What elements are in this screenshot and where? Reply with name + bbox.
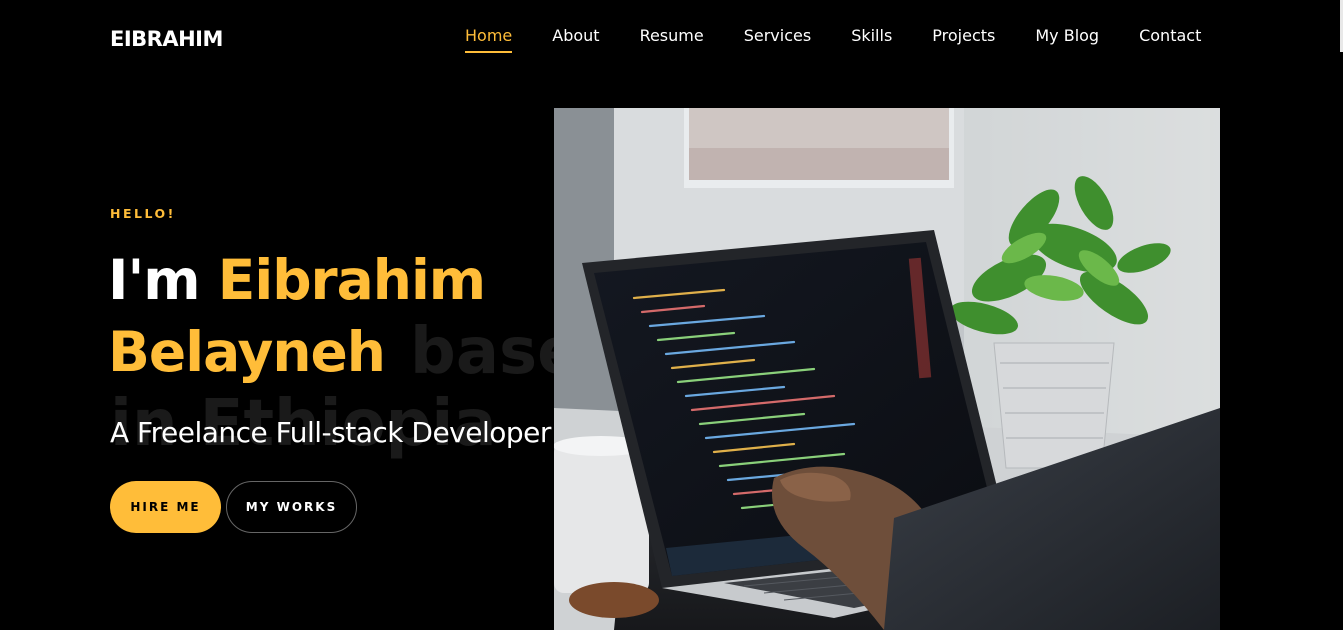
hero-name-first: Eibrahim [217, 248, 486, 312]
hero-title: I'm Eibrahim Belayneh [108, 244, 486, 388]
navbar: EIBRAHIM Home About Resume Services Skil… [0, 0, 1343, 78]
nav-item-about[interactable]: About [552, 26, 599, 53]
hero-title-prefix: I'm [108, 248, 218, 312]
hero-name-last: Belayneh [108, 320, 386, 384]
nav-item-home[interactable]: Home [465, 26, 513, 53]
hero-greeting: HELLO! [110, 206, 176, 221]
nav-item-services[interactable]: Services [744, 26, 811, 53]
hero-image [554, 108, 1220, 630]
nav-item-skills[interactable]: Skills [851, 26, 892, 53]
hero-subtitle: A Freelance Full-stack Developer [110, 416, 551, 449]
brand-logo[interactable]: EIBRAHIM [110, 27, 223, 51]
nav-item-resume[interactable]: Resume [640, 26, 704, 53]
laptop-workspace-illustration [554, 108, 1220, 630]
hire-me-button[interactable]: HIRE ME [110, 481, 221, 533]
main-nav: Home About Resume Services Skills Projec… [465, 26, 1201, 53]
nav-item-blog[interactable]: My Blog [1035, 26, 1099, 53]
nav-item-contact[interactable]: Contact [1139, 26, 1201, 53]
my-works-button[interactable]: MY WORKS [226, 481, 357, 533]
nav-item-projects[interactable]: Projects [932, 26, 995, 53]
